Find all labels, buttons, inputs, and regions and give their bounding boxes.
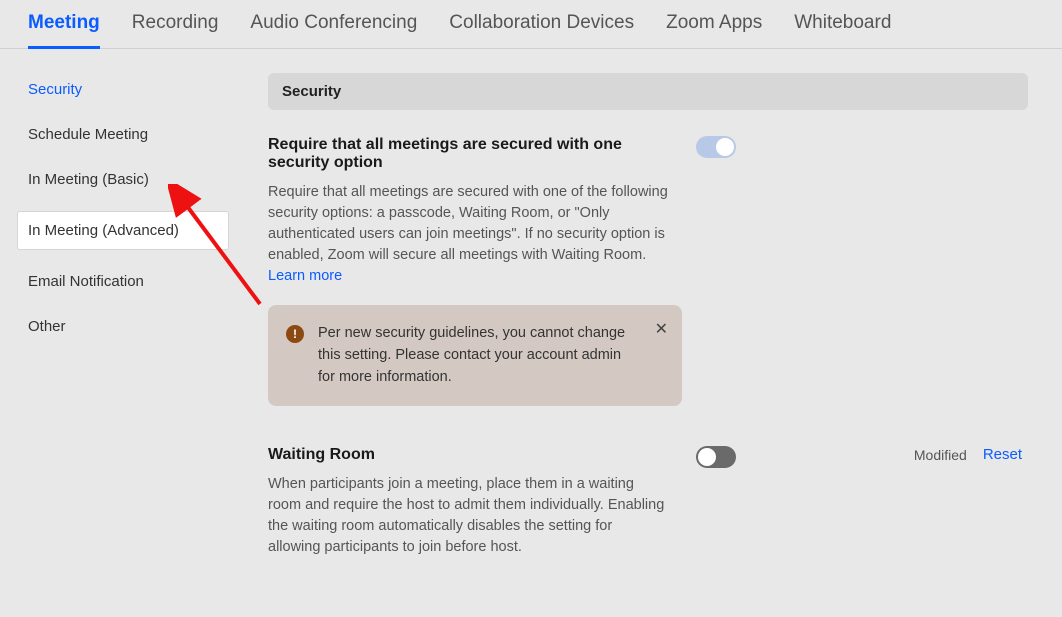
reset-button[interactable]: Reset <box>983 446 1022 463</box>
settings-tabs: Meeting Recording Audio Conferencing Col… <box>0 0 1062 49</box>
close-icon[interactable]: ✕ <box>655 319 668 339</box>
settings-main: Security Require that all meetings are s… <box>268 73 1028 586</box>
setting-require-security: Require that all meetings are secured wi… <box>268 136 1028 406</box>
tab-audio-conferencing[interactable]: Audio Conferencing <box>250 12 417 48</box>
modified-label: Modified <box>914 447 967 463</box>
section-header-security: Security <box>268 73 1028 110</box>
setting-title: Require that all meetings are secured wi… <box>268 136 668 172</box>
sidebar-item-email-notification[interactable]: Email Notification <box>28 269 228 294</box>
setting-description: When participants join a meeting, place … <box>268 474 668 558</box>
tab-recording[interactable]: Recording <box>132 12 219 48</box>
setting-waiting-room: Waiting Room When participants join a me… <box>268 446 1028 558</box>
tab-meeting[interactable]: Meeting <box>28 12 100 48</box>
sidebar-item-other[interactable]: Other <box>28 314 228 339</box>
toggle-require-security[interactable] <box>696 136 736 158</box>
setting-title: Waiting Room <box>268 446 668 464</box>
tab-whiteboard[interactable]: Whiteboard <box>794 12 891 48</box>
learn-more-link[interactable]: Learn more <box>268 268 342 284</box>
tab-zoom-apps[interactable]: Zoom Apps <box>666 12 762 48</box>
settings-sidebar: Security Schedule Meeting In Meeting (Ba… <box>28 73 228 586</box>
info-text: Per new security guidelines, you cannot … <box>318 323 638 388</box>
sidebar-item-security[interactable]: Security <box>28 77 228 102</box>
setting-description: Require that all meetings are secured wi… <box>268 182 668 287</box>
warning-icon: ! <box>286 325 304 343</box>
sidebar-item-schedule-meeting[interactable]: Schedule Meeting <box>28 122 228 147</box>
toggle-waiting-room[interactable] <box>696 446 736 468</box>
content-area: Security Schedule Meeting In Meeting (Ba… <box>0 49 1062 586</box>
setting-desc-text: Require that all meetings are secured wi… <box>268 184 668 263</box>
sidebar-item-in-meeting-basic[interactable]: In Meeting (Basic) <box>28 167 228 192</box>
tab-collaboration-devices[interactable]: Collaboration Devices <box>449 12 634 48</box>
locked-setting-info: ! Per new security guidelines, you canno… <box>268 305 682 406</box>
sidebar-item-in-meeting-advanced[interactable]: In Meeting (Advanced) <box>18 212 228 249</box>
